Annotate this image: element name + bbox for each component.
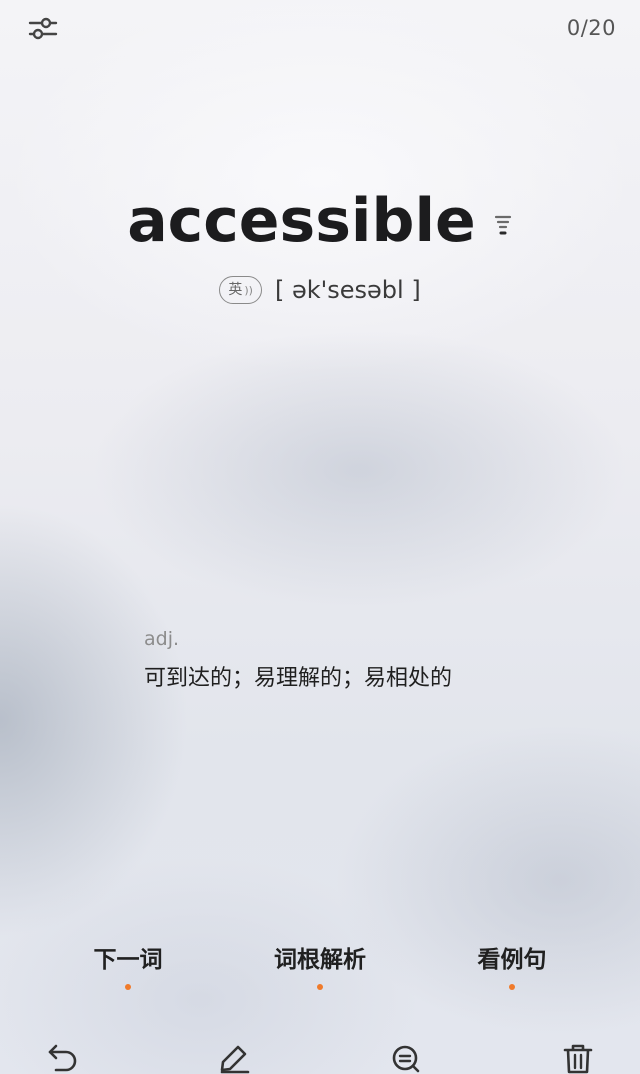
- edit-button[interactable]: [214, 1040, 254, 1074]
- zoom-button[interactable]: [386, 1040, 426, 1074]
- examples-button[interactable]: 看例句: [464, 940, 560, 990]
- sliders-icon: [28, 17, 58, 40]
- trash-icon: [563, 1044, 593, 1074]
- pronounce-button[interactable]: 英)): [219, 276, 262, 304]
- action-tabs: 下一词 词根解析 看例句: [0, 940, 640, 1000]
- pencil-icon: [220, 1045, 250, 1074]
- frequency-bars-icon[interactable]: [493, 211, 513, 241]
- next-word-label: 下一词: [93, 947, 163, 973]
- undo-icon: [48, 1044, 77, 1072]
- settings-button[interactable]: [26, 14, 60, 44]
- phonetic-row: 英)) [ ək'sesəbl ]: [0, 276, 640, 316]
- indicator-dot: [317, 984, 323, 990]
- progress-counter: 0/20: [566, 16, 616, 40]
- delete-button[interactable]: [558, 1040, 598, 1074]
- zoom-search-icon: [392, 1045, 420, 1073]
- accent-label: 英: [228, 282, 243, 298]
- indicator-dot: [125, 984, 131, 990]
- part-of-speech: adj.: [144, 628, 180, 650]
- sound-wave-icon: )): [244, 284, 253, 297]
- headword: accessible: [127, 186, 476, 256]
- next-word-button[interactable]: 下一词: [80, 940, 176, 990]
- definition-block: adj. 可到达的；易理解的；易相处的: [144, 628, 604, 692]
- examples-label: 看例句: [477, 947, 547, 973]
- root-analysis-label: 词根解析: [274, 947, 366, 973]
- phonetic-text: [ ək'sesəbl ]: [275, 276, 421, 304]
- undo-button[interactable]: [44, 1040, 84, 1074]
- headword-row: accessible: [0, 186, 640, 270]
- bottom-toolbar: [0, 1036, 640, 1074]
- indicator-dot: [509, 984, 515, 990]
- meaning-text: 可到达的；易理解的；易相处的: [144, 666, 453, 691]
- root-analysis-button[interactable]: 词根解析: [262, 940, 378, 990]
